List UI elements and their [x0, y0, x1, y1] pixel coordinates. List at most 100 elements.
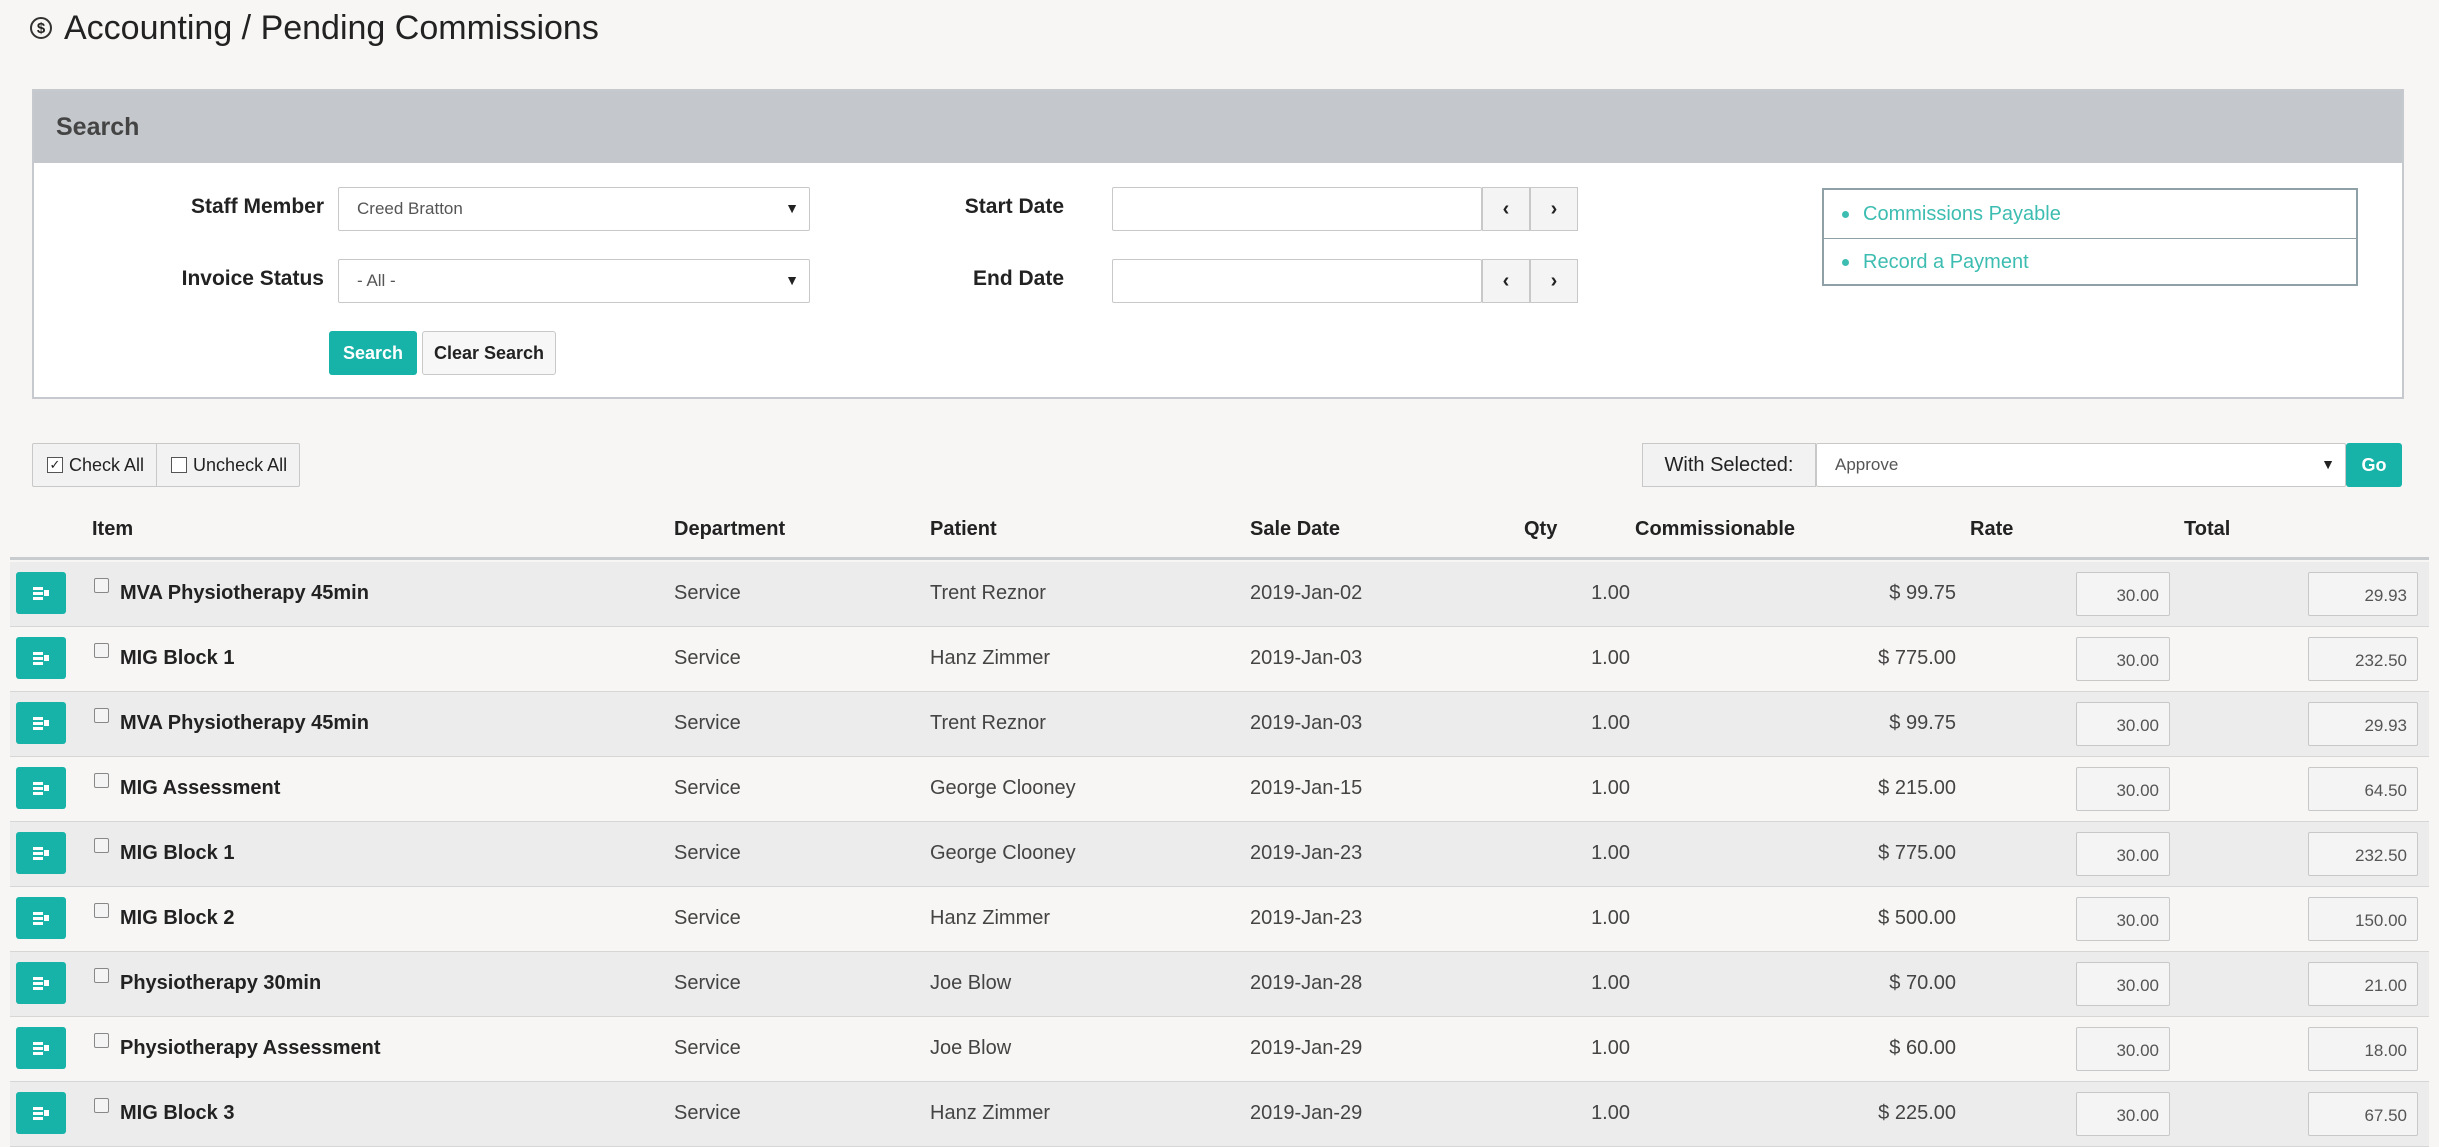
cell-patient: Hanz Zimmer: [930, 1102, 1051, 1124]
staff-member-value: Creed Bratton: [357, 199, 463, 218]
cell-commissionable: $ 775.00: [1878, 647, 1956, 669]
total-input[interactable]: 21.00: [2308, 962, 2418, 1006]
quick-links: Commissions Payable Record a Payment: [1822, 188, 2358, 286]
go-button[interactable]: Go: [2346, 443, 2402, 487]
cell-commissionable: $ 60.00: [1889, 1037, 1956, 1059]
cell-patient: Joe Blow: [930, 1037, 1012, 1059]
cell-patient: Trent Reznor: [930, 712, 1046, 734]
rate-input[interactable]: 30.00: [2076, 832, 2170, 876]
commissions-payable-label: Commissions Payable: [1863, 202, 2061, 225]
total-input[interactable]: 29.93: [2308, 572, 2418, 616]
details-icon: [33, 977, 49, 989]
row-checkbox[interactable]: [94, 1033, 109, 1048]
record-payment-link[interactable]: Record a Payment: [1824, 238, 2356, 286]
end-date-prev-button[interactable]: ‹: [1482, 259, 1530, 303]
total-input[interactable]: 64.50: [2308, 767, 2418, 811]
bulk-action-select[interactable]: Approve ▼: [1816, 443, 2346, 487]
row-details-button[interactable]: [16, 572, 66, 614]
rate-input[interactable]: 30.00: [2076, 767, 2170, 811]
cell-item: MIG Block 1: [120, 842, 235, 864]
cell-qty: 1.00: [1591, 972, 1630, 994]
row-details-button[interactable]: [16, 767, 66, 809]
cell-sale-date: 2019-Jan-03: [1250, 647, 1363, 669]
rate-input[interactable]: 30.00: [2076, 962, 2170, 1006]
total-input[interactable]: 232.50: [2308, 832, 2418, 876]
search-button[interactable]: Search: [329, 331, 417, 375]
details-icon: [33, 652, 49, 664]
cell-commissionable: $ 215.00: [1878, 777, 1956, 799]
row-details-button[interactable]: [16, 702, 66, 744]
row-details-button[interactable]: [16, 962, 66, 1004]
search-panel-header: Search: [34, 91, 2402, 163]
uncheck-all-label: Uncheck All: [193, 454, 288, 475]
table-header: Item Department Patient Sale Date Qty Co…: [10, 512, 2429, 560]
cell-commissionable: $ 99.75: [1889, 582, 1956, 604]
rate-input[interactable]: 30.00: [2076, 637, 2170, 681]
row-checkbox[interactable]: [94, 578, 109, 593]
total-input[interactable]: 18.00: [2308, 1027, 2418, 1071]
chevron-down-icon: ▼: [2321, 456, 2335, 472]
row-checkbox[interactable]: [94, 773, 109, 788]
staff-member-label: Staff Member: [190, 195, 324, 218]
details-icon: [33, 847, 49, 859]
commissions-payable-link[interactable]: Commissions Payable: [1824, 190, 2356, 238]
row-checkbox[interactable]: [94, 708, 109, 723]
rate-input[interactable]: 30.00: [2076, 897, 2170, 941]
column-header-commissionable: Commissionable: [1635, 518, 1796, 540]
start-date-prev-button[interactable]: ‹: [1482, 187, 1530, 231]
check-all-button[interactable]: ✓ Check All: [33, 444, 156, 486]
cell-item: Physiotherapy 30min: [120, 972, 322, 994]
row-details-button[interactable]: [16, 637, 66, 679]
total-input[interactable]: 67.50: [2308, 1092, 2418, 1136]
details-icon: [33, 1042, 49, 1054]
cell-patient: George Clooney: [930, 842, 1076, 864]
start-date-input[interactable]: [1112, 187, 1482, 231]
total-input[interactable]: 232.50: [2308, 637, 2418, 681]
cell-department: Service: [674, 1037, 741, 1059]
cell-patient: Hanz Zimmer: [930, 647, 1051, 669]
row-details-button[interactable]: [16, 1092, 66, 1134]
table-row: MIG Block 1 Service George Clooney 2019-Jan…: [10, 822, 2429, 887]
row-details-button[interactable]: [16, 897, 66, 939]
cell-sale-date: 2019-Jan-28: [1250, 972, 1363, 994]
end-date-next-button[interactable]: ›: [1530, 259, 1578, 303]
cell-item: MVA Physiotherapy 45min: [120, 712, 369, 734]
details-icon: [33, 912, 49, 924]
rate-input[interactable]: 30.00: [2076, 1027, 2170, 1071]
cell-sale-date: 2019-Jan-29: [1250, 1102, 1363, 1124]
row-checkbox[interactable]: [94, 968, 109, 983]
clear-search-button[interactable]: Clear Search: [422, 331, 556, 375]
row-checkbox[interactable]: [94, 903, 109, 918]
row-checkbox[interactable]: [94, 838, 109, 853]
start-date-label: Start Date: [964, 195, 1064, 218]
row-details-button[interactable]: [16, 832, 66, 874]
row-checkbox[interactable]: [94, 643, 109, 658]
cell-qty: 1.00: [1591, 842, 1630, 864]
column-header-total: Total: [2184, 518, 2231, 540]
details-icon: [33, 782, 49, 794]
table-row: MIG Assessment Service George Clooney 2019-…: [10, 757, 2429, 822]
check-controls: ✓ Check All Uncheck All: [32, 443, 301, 487]
end-date-label: End Date: [972, 267, 1064, 290]
cell-qty: 1.00: [1591, 712, 1630, 734]
row-details-button[interactable]: [16, 1027, 66, 1069]
rate-input[interactable]: 30.00: [2076, 702, 2170, 746]
uncheck-all-button[interactable]: Uncheck All: [156, 444, 299, 486]
rate-input[interactable]: 30.00: [2076, 572, 2170, 616]
cell-sale-date: 2019-Jan-03: [1250, 712, 1363, 734]
end-date-input[interactable]: [1112, 259, 1482, 303]
rate-input[interactable]: 30.00: [2076, 1092, 2170, 1136]
row-checkbox[interactable]: [94, 1098, 109, 1113]
total-input[interactable]: 29.93: [2308, 702, 2418, 746]
column-header-department: Department: [674, 518, 786, 540]
invoice-status-select[interactable]: - All - ▼: [338, 259, 810, 303]
cell-item: MIG Block 3: [120, 1102, 235, 1124]
cell-department: Service: [674, 907, 741, 929]
start-date-next-button[interactable]: ›: [1530, 187, 1578, 231]
cell-department: Service: [674, 582, 741, 604]
total-input[interactable]: 150.00: [2308, 897, 2418, 941]
staff-member-select[interactable]: Creed Bratton ▼: [338, 187, 810, 231]
chevron-right-icon: ›: [1550, 197, 1558, 220]
chevron-down-icon: ▼: [785, 272, 799, 288]
cell-item: MVA Physiotherapy 45min: [120, 582, 369, 604]
